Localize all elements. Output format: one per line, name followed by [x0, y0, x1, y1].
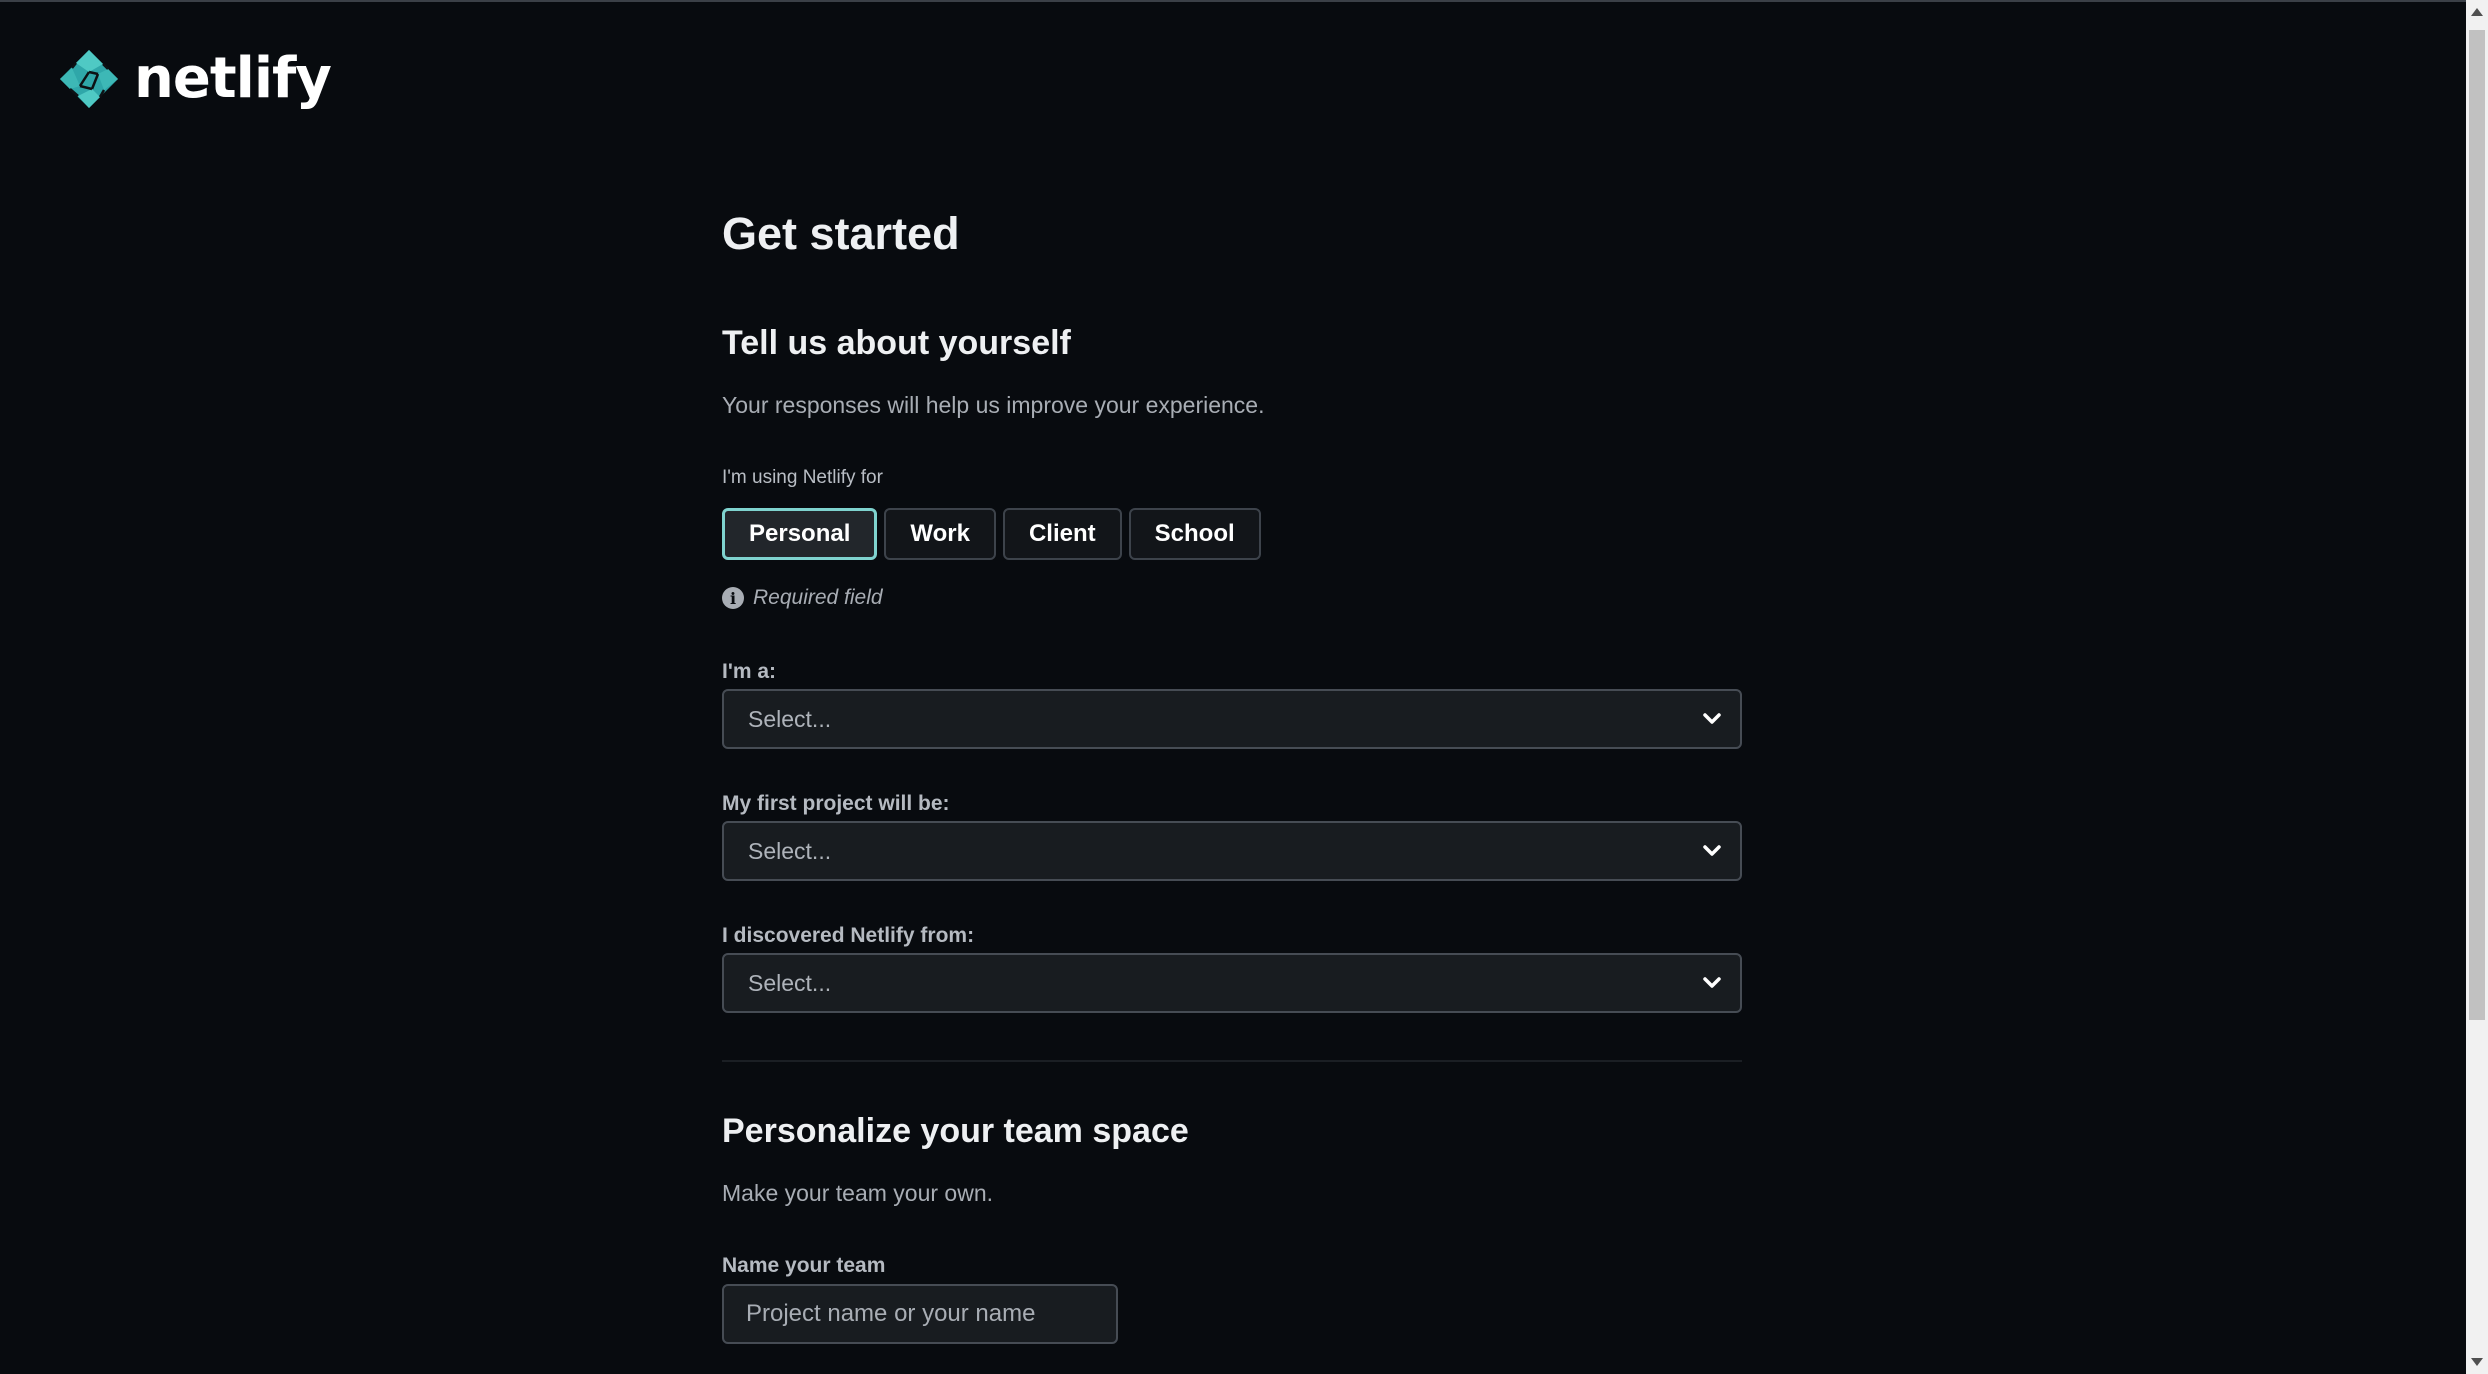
info-icon: i: [722, 587, 744, 609]
scroll-down-arrow-icon[interactable]: [2471, 1358, 2483, 1366]
section-divider: [722, 1060, 1742, 1062]
page-scrollbar[interactable]: [2466, 0, 2488, 1374]
usage-option-personal[interactable]: Personal: [722, 508, 878, 560]
role-label: I'm a:: [722, 660, 777, 683]
usage-option-school[interactable]: School: [1128, 508, 1261, 560]
netlify-logo-link[interactable]: netlify: [58, 44, 332, 114]
usage-choice-group: Personal Work Client School: [722, 508, 1261, 560]
about-section-description: Your responses will help us improve your…: [722, 392, 1265, 418]
window-top-border: [0, 0, 2466, 2]
source-label: I discovered Netlify from:: [722, 924, 975, 947]
team-name-input[interactable]: [722, 1284, 1118, 1344]
role-select[interactable]: Select...: [722, 689, 1742, 749]
about-section-title: Tell us about yourself: [722, 324, 1071, 362]
source-select[interactable]: Select...: [722, 953, 1742, 1013]
chevron-down-icon: [1703, 845, 1721, 856]
chevron-down-icon: [1703, 977, 1721, 988]
project-select-value: Select...: [748, 837, 832, 864]
project-select[interactable]: Select...: [722, 821, 1742, 881]
team-section-title: Personalize your team space: [722, 1112, 1189, 1150]
team-section-description: Make your team your own.: [722, 1180, 994, 1206]
usage-option-work[interactable]: Work: [884, 508, 996, 560]
role-select-value: Select...: [748, 705, 832, 732]
usage-option-client[interactable]: Client: [1002, 508, 1122, 560]
netlify-logo-icon: [58, 48, 120, 110]
team-name-label: Name your team: [722, 1254, 886, 1277]
project-label: My first project will be:: [722, 792, 950, 815]
required-field-note: i Required field: [722, 586, 883, 610]
required-field-text: Required field: [753, 586, 883, 609]
page-title: Get started: [722, 208, 960, 259]
scroll-up-arrow-icon[interactable]: [2471, 8, 2483, 16]
source-select-value: Select...: [748, 969, 832, 996]
chevron-down-icon: [1703, 713, 1721, 724]
scrollbar-thumb[interactable]: [2469, 30, 2485, 1020]
brand-name: netlify: [134, 46, 332, 111]
usage-label: I'm using Netlify for: [722, 467, 883, 488]
